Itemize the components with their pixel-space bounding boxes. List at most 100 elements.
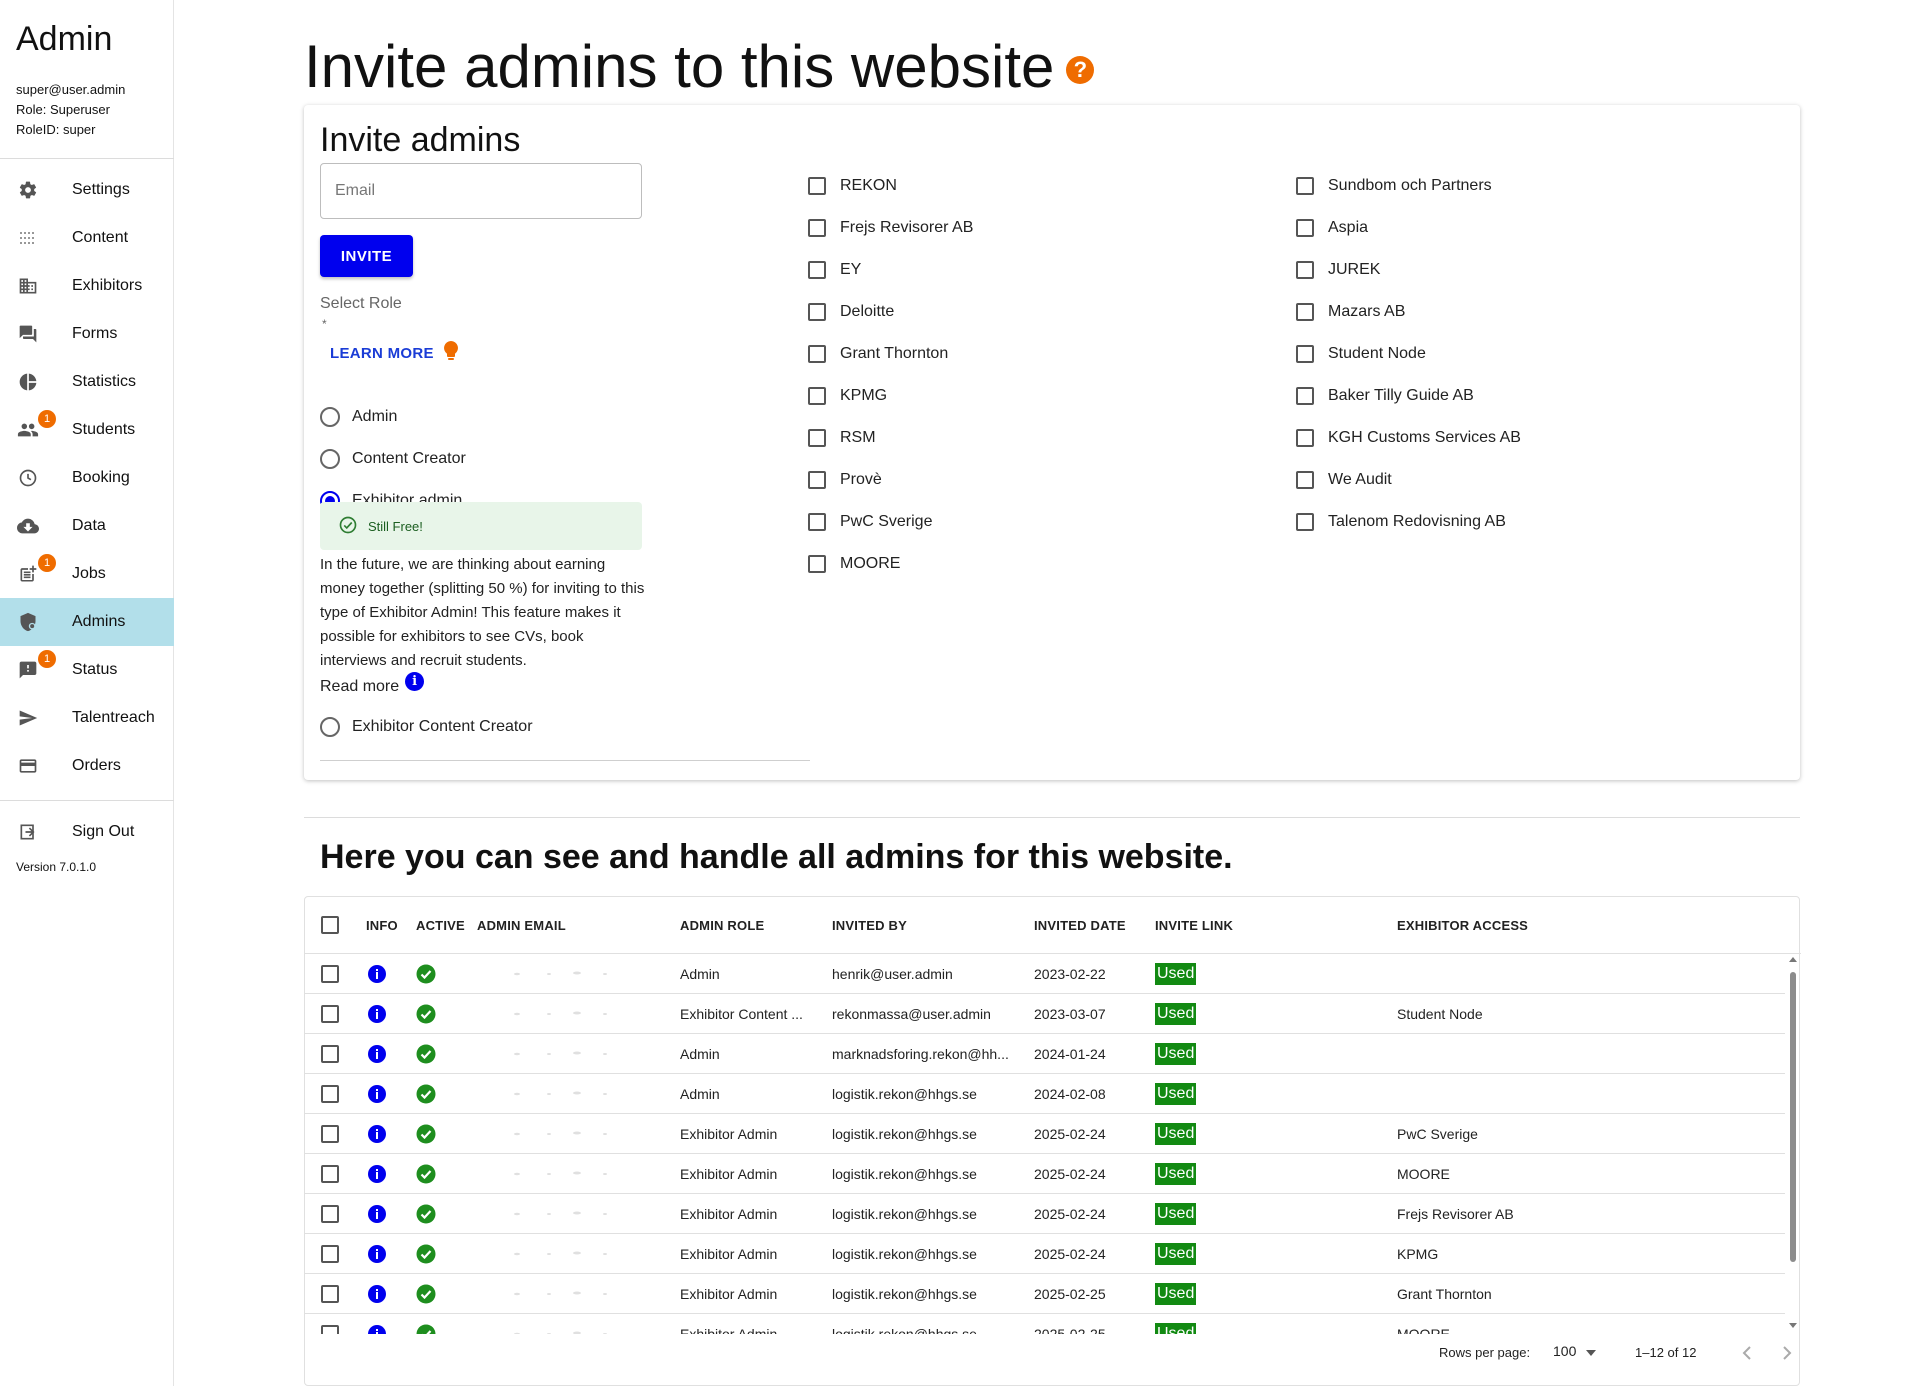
email-input[interactable] (320, 163, 642, 219)
radio-button[interactable] (320, 717, 340, 737)
role-radio-exhibitor-content-creator[interactable]: Exhibitor Content Creator (320, 717, 533, 737)
row-checkbox[interactable] (321, 1245, 339, 1263)
sidebar-item-exhibitors[interactable]: Exhibitors (0, 262, 174, 310)
sidebar-item-admins[interactable]: Admins (0, 598, 174, 646)
row-checkbox-cell[interactable] (321, 1314, 353, 1334)
checkbox[interactable] (1296, 219, 1314, 237)
exhibitor-checkbox[interactable]: Frejs Revisorer AB (808, 219, 973, 237)
sidebar-item-content[interactable]: Content (0, 214, 174, 262)
row-checkbox[interactable] (321, 1085, 339, 1103)
sign-out-button[interactable]: Sign Out (0, 810, 174, 854)
info-icon[interactable] (367, 1114, 387, 1154)
invite-button[interactable]: INVITE (320, 235, 413, 277)
info-icon[interactable] (367, 1154, 387, 1194)
info-icon[interactable] (367, 1314, 387, 1334)
row-checkbox[interactable] (321, 965, 339, 983)
exhibitor-checkbox[interactable]: MOORE (808, 555, 900, 573)
checkbox[interactable] (808, 471, 826, 489)
row-checkbox-cell[interactable] (321, 1154, 353, 1194)
table-row[interactable]: Admin henrik@user.admin 2023-02-22 Used (305, 954, 1785, 994)
exhibitor-checkbox[interactable]: KGH Customs Services AB (1296, 429, 1521, 447)
scrollbar-thumb[interactable] (1790, 972, 1796, 1262)
table-row[interactable]: Exhibitor Admin logistik.rekon@hhgs.se 202… (305, 1114, 1785, 1154)
table-row[interactable]: Exhibitor Content ... rekonmassa@user.adm… (305, 994, 1785, 1034)
checkbox[interactable] (808, 345, 826, 363)
info-icon[interactable] (367, 994, 387, 1034)
column-header-info[interactable]: INFO (366, 897, 398, 953)
checkbox[interactable] (1296, 513, 1314, 531)
column-header-exhibitor-access[interactable]: EXHIBITOR ACCESS (1397, 897, 1528, 953)
column-header-admin-email[interactable]: ADMIN EMAIL (477, 897, 566, 953)
exhibitor-checkbox[interactable]: Mazars AB (1296, 303, 1405, 321)
table-scrollbar[interactable] (1785, 954, 1801, 1334)
checkbox[interactable] (808, 219, 826, 237)
role-radio-content-creator[interactable]: Content Creator (320, 449, 466, 469)
checkbox[interactable] (808, 387, 826, 405)
checkbox[interactable] (1296, 471, 1314, 489)
checkbox[interactable] (1296, 429, 1314, 447)
table-row[interactable]: Exhibitor Admin logistik.rekon@hhgs.se 202… (305, 1234, 1785, 1274)
row-checkbox-cell[interactable] (321, 1194, 353, 1234)
exhibitor-checkbox[interactable]: Grant Thornton (808, 345, 948, 363)
role-radio-admin[interactable]: Admin (320, 407, 397, 427)
sidebar-item-jobs[interactable]: 1 Jobs (0, 550, 174, 598)
previous-page-icon[interactable] (1741, 1345, 1753, 1364)
sidebar-item-statistics[interactable]: Statistics (0, 358, 174, 406)
sidebar-item-status[interactable]: 1 Status (0, 646, 174, 694)
exhibitor-checkbox[interactable]: Baker Tilly Guide AB (1296, 387, 1474, 405)
radio-button[interactable] (320, 407, 340, 427)
exhibitor-checkbox[interactable]: Deloitte (808, 303, 894, 321)
table-row[interactable]: Exhibitor Admin logistik.rekon@hhgs.se 202… (305, 1314, 1785, 1334)
info-icon[interactable] (367, 1194, 387, 1234)
row-checkbox[interactable] (321, 1125, 339, 1143)
column-header-invite-link[interactable]: INVITE LINK (1155, 897, 1233, 953)
info-icon[interactable]: i (405, 672, 425, 691)
exhibitor-checkbox[interactable]: Aspia (1296, 219, 1368, 237)
checkbox[interactable] (808, 177, 826, 195)
row-checkbox-cell[interactable] (321, 954, 353, 994)
sidebar-item-orders[interactable]: Orders (0, 742, 174, 790)
exhibitor-checkbox[interactable]: EY (808, 261, 861, 279)
exhibitor-checkbox[interactable]: REKON (808, 177, 897, 195)
select-all-checkbox[interactable] (321, 916, 339, 934)
checkbox[interactable] (1296, 177, 1314, 195)
row-checkbox[interactable] (321, 1045, 339, 1063)
column-header-invited-by[interactable]: INVITED BY (832, 897, 907, 953)
rows-per-page-select[interactable]: 100 (1553, 1343, 1597, 1359)
row-checkbox-cell[interactable] (321, 994, 353, 1034)
table-row[interactable]: Admin marknadsforing.rekon@hh... 2024-01-2… (305, 1034, 1785, 1074)
exhibitor-checkbox[interactable]: Student Node (1296, 345, 1426, 363)
column-header-invited-date[interactable]: INVITED DATE (1034, 897, 1126, 953)
info-icon[interactable] (367, 1274, 387, 1314)
sidebar-item-talentreach[interactable]: Talentreach (0, 694, 174, 742)
info-icon[interactable] (367, 954, 387, 994)
checkbox[interactable] (808, 261, 826, 279)
sidebar-item-students[interactable]: 1 Students (0, 406, 174, 454)
info-icon[interactable] (367, 1034, 387, 1074)
sidebar-item-booking[interactable]: Booking (0, 454, 174, 502)
exhibitor-checkbox[interactable]: We Audit (1296, 471, 1392, 489)
column-header-active[interactable]: ACTIVE (416, 897, 465, 953)
next-page-icon[interactable] (1781, 1345, 1793, 1364)
exhibitor-checkbox[interactable]: Talenom Redovisning AB (1296, 513, 1506, 531)
checkbox[interactable] (808, 555, 826, 573)
exhibitor-checkbox[interactable]: Provè (808, 471, 882, 489)
exhibitor-checkbox[interactable]: PwC Sverige (808, 513, 932, 531)
exhibitor-checkbox[interactable]: RSM (808, 429, 876, 447)
checkbox[interactable] (808, 429, 826, 447)
table-row[interactable]: Exhibitor Admin logistik.rekon@hhgs.se 202… (305, 1274, 1785, 1314)
row-checkbox[interactable] (321, 1205, 339, 1223)
read-more-link[interactable]: Read more i (320, 672, 425, 696)
sidebar-item-forms[interactable]: Forms (0, 310, 174, 358)
sidebar-item-settings[interactable]: Settings (0, 166, 174, 214)
table-row[interactable]: Exhibitor Admin logistik.rekon@hhgs.se 202… (305, 1194, 1785, 1234)
exhibitor-checkbox[interactable]: KPMG (808, 387, 887, 405)
checkbox[interactable] (1296, 303, 1314, 321)
row-checkbox[interactable] (321, 1325, 339, 1334)
checkbox[interactable] (1296, 387, 1314, 405)
checkbox[interactable] (1296, 345, 1314, 363)
learn-more-button[interactable]: LEARN MORE (330, 341, 458, 365)
row-checkbox-cell[interactable] (321, 1074, 353, 1114)
row-checkbox[interactable] (321, 1165, 339, 1183)
row-checkbox[interactable] (321, 1005, 339, 1023)
